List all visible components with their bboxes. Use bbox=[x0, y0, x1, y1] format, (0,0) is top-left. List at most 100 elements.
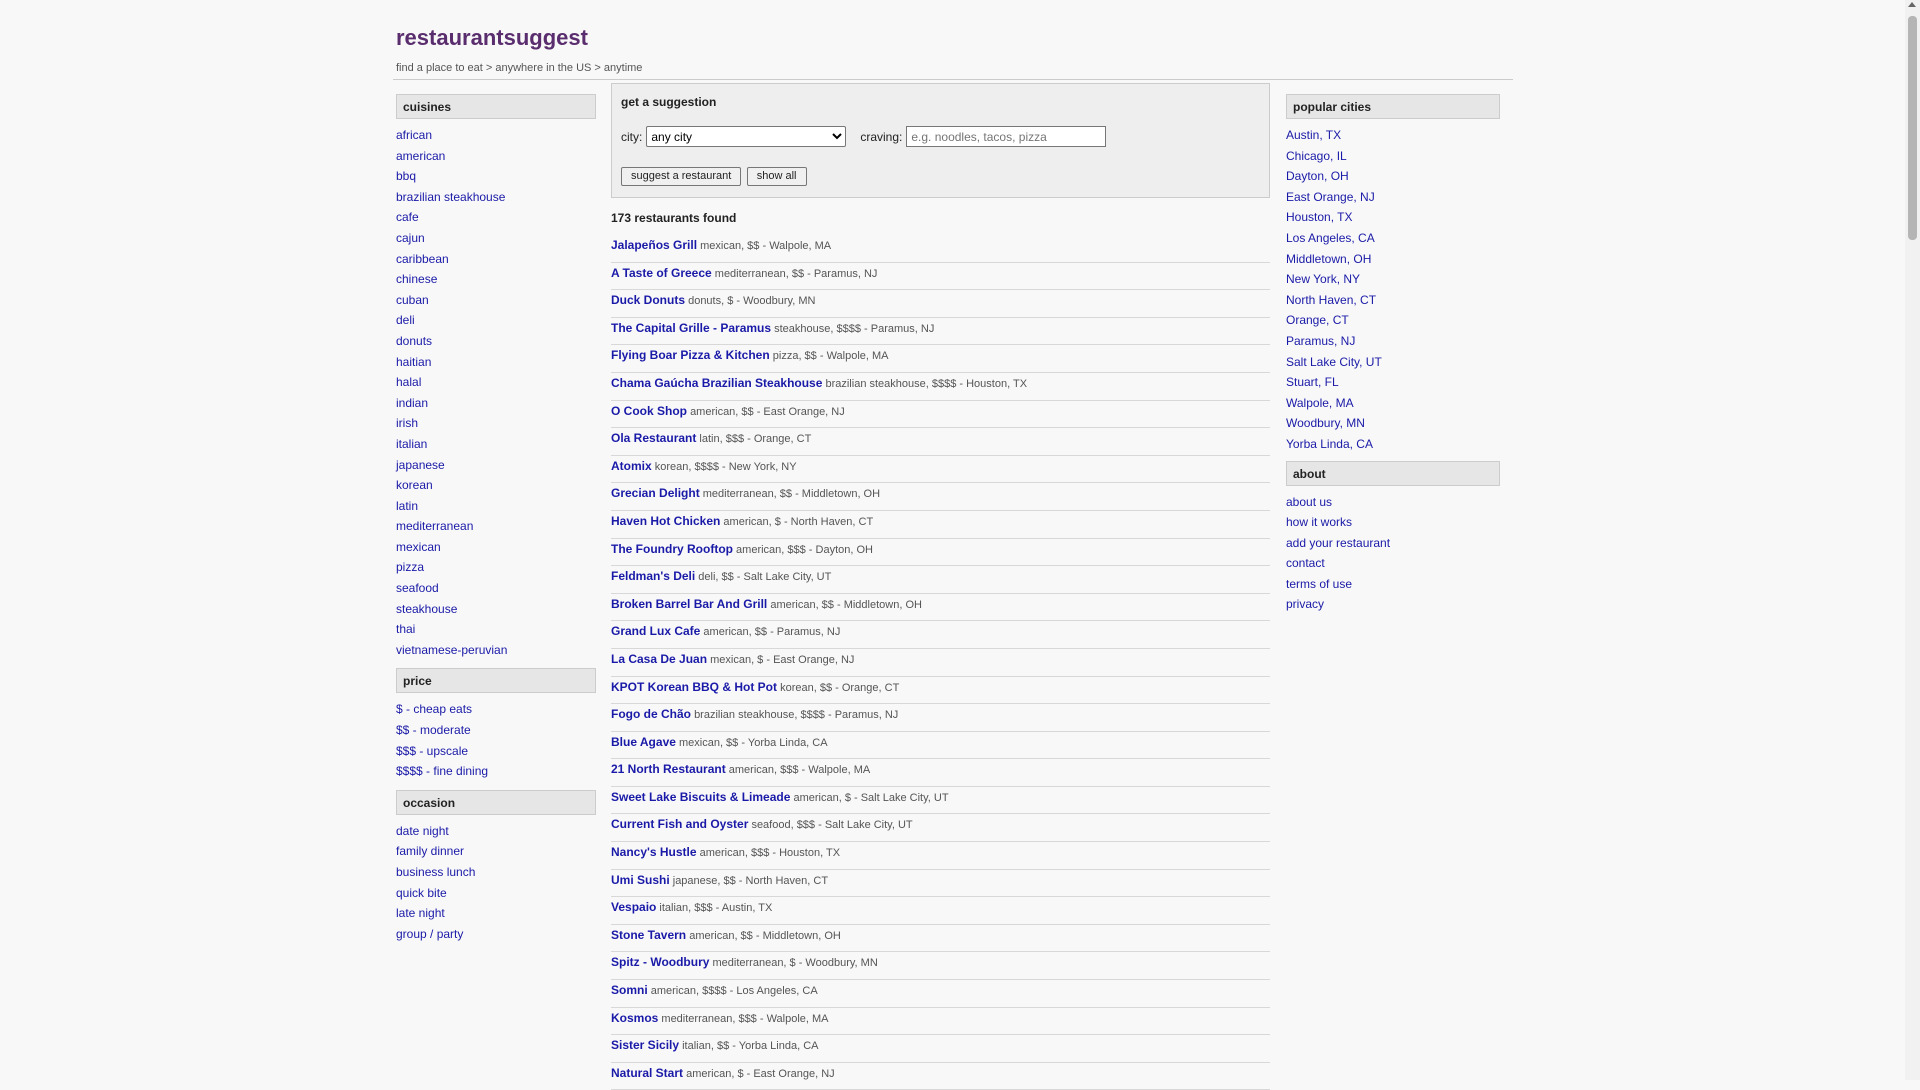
cuisine-link[interactable]: vietnamese-peruvian bbox=[396, 643, 507, 657]
restaurant-link[interactable]: La Casa De Juan bbox=[611, 652, 707, 666]
cuisine-link[interactable]: seafood bbox=[396, 581, 439, 595]
restaurant-link[interactable]: Grand Lux Cafe bbox=[611, 624, 700, 638]
vertical-scrollbar[interactable] bbox=[1905, 0, 1920, 1080]
city-link[interactable]: Stuart, FL bbox=[1286, 375, 1339, 389]
price-link[interactable]: $ - cheap eats bbox=[396, 702, 472, 716]
city-link[interactable]: Woodbury, MN bbox=[1286, 416, 1365, 430]
site-logo[interactable]: restaurantsuggest bbox=[396, 24, 1513, 52]
craving-input[interactable] bbox=[906, 126, 1107, 147]
restaurant-link[interactable]: Duck Donuts bbox=[611, 293, 685, 307]
price-section: price $ - cheap eats $$ - moderate $$$ - u… bbox=[396, 668, 596, 781]
city-link[interactable]: East Orange, NJ bbox=[1286, 190, 1375, 204]
cuisine-link[interactable]: chinese bbox=[396, 272, 437, 286]
occasion-link[interactable]: family dinner bbox=[396, 844, 464, 858]
restaurant-link[interactable]: Natural Start bbox=[611, 1066, 683, 1080]
cuisine-link[interactable]: korean bbox=[396, 478, 433, 492]
city-link[interactable]: North Haven, CT bbox=[1286, 293, 1376, 307]
cuisine-link[interactable]: american bbox=[396, 149, 445, 163]
about-link[interactable]: terms of use bbox=[1286, 577, 1352, 591]
restaurant-link[interactable]: Kosmos bbox=[611, 1011, 658, 1025]
show-all-button[interactable]: show all bbox=[746, 166, 807, 186]
restaurant-link[interactable]: Stone Tavern bbox=[611, 928, 686, 942]
scroll-up-icon[interactable] bbox=[1908, 2, 1916, 7]
city-link[interactable]: Paramus, NJ bbox=[1286, 334, 1355, 348]
city-link[interactable]: Salt Lake City, UT bbox=[1286, 355, 1382, 369]
occasion-link[interactable]: business lunch bbox=[396, 865, 475, 879]
city-link[interactable]: New York, NY bbox=[1286, 272, 1360, 286]
city-link[interactable]: Walpole, MA bbox=[1286, 396, 1354, 410]
suggest-button[interactable]: suggest a restaurant bbox=[621, 166, 742, 186]
cuisine-link[interactable]: cafe bbox=[396, 210, 419, 224]
restaurant-link[interactable]: Vespaio bbox=[611, 900, 656, 914]
restaurant-link[interactable]: Atomix bbox=[611, 459, 652, 473]
cuisine-link[interactable]: caribbean bbox=[396, 252, 449, 266]
main-content: get a suggestion city: any city craving:… bbox=[611, 83, 1270, 1090]
restaurant-link[interactable]: Umi Sushi bbox=[611, 873, 670, 887]
city-link[interactable]: Austin, TX bbox=[1286, 128, 1341, 142]
restaurant-link[interactable]: Haven Hot Chicken bbox=[611, 514, 720, 528]
city-link[interactable]: Chicago, IL bbox=[1286, 149, 1347, 163]
cuisine-link[interactable]: pizza bbox=[396, 560, 424, 574]
restaurant-link[interactable]: O Cook Shop bbox=[611, 404, 687, 418]
restaurant-link[interactable]: Nancy's Hustle bbox=[611, 845, 697, 859]
city-link[interactable]: Yorba Linda, CA bbox=[1286, 437, 1373, 451]
city-select[interactable]: any city bbox=[646, 126, 847, 147]
city-link[interactable]: Middletown, OH bbox=[1286, 252, 1371, 266]
restaurant-link[interactable]: 21 North Restaurant bbox=[611, 762, 726, 776]
cuisine-link[interactable]: irish bbox=[396, 416, 418, 430]
price-link[interactable]: $$$ - upscale bbox=[396, 744, 468, 758]
cuisine-link[interactable]: mexican bbox=[396, 540, 441, 554]
restaurant-link[interactable]: Current Fish and Oyster bbox=[611, 817, 748, 831]
city-link[interactable]: Los Angeles, CA bbox=[1286, 231, 1375, 245]
cuisine-link[interactable]: african bbox=[396, 128, 432, 142]
restaurant-link[interactable]: Grecian Delight bbox=[611, 486, 700, 500]
scrollbar-thumb[interactable] bbox=[1908, 16, 1917, 240]
cuisine-link[interactable]: bbq bbox=[396, 169, 416, 183]
restaurant-link[interactable]: Chama Gaúcha Brazilian Steakhouse bbox=[611, 376, 822, 390]
restaurant-link[interactable]: The Foundry Rooftop bbox=[611, 542, 733, 556]
price-link[interactable]: $$ - moderate bbox=[396, 723, 471, 737]
restaurant-link[interactable]: Somni bbox=[611, 983, 648, 997]
restaurant-link[interactable]: A Taste of Greece bbox=[611, 266, 712, 280]
cuisine-link[interactable]: haitian bbox=[396, 355, 431, 369]
cuisine-link[interactable]: cajun bbox=[396, 231, 425, 245]
restaurant-link[interactable]: Blue Agave bbox=[611, 735, 676, 749]
restaurant-link[interactable]: Feldman's Deli bbox=[611, 569, 695, 583]
about-link[interactable]: contact bbox=[1286, 556, 1325, 570]
city-link[interactable]: Orange, CT bbox=[1286, 313, 1349, 327]
restaurant-link[interactable]: Spitz - Woodbury bbox=[611, 955, 709, 969]
restaurant-link[interactable]: KPOT Korean BBQ & Hot Pot bbox=[611, 680, 777, 694]
occasion-link[interactable]: date night bbox=[396, 824, 449, 838]
cuisine-link[interactable]: thai bbox=[396, 622, 415, 636]
occasion-link[interactable]: quick bite bbox=[396, 886, 447, 900]
cuisine-link[interactable]: latin bbox=[396, 499, 418, 513]
city-link[interactable]: Houston, TX bbox=[1286, 210, 1352, 224]
restaurant-link[interactable]: The Capital Grille - Paramus bbox=[611, 321, 771, 335]
cuisine-link[interactable]: mediterranean bbox=[396, 519, 473, 533]
about-link[interactable]: about us bbox=[1286, 495, 1332, 509]
restaurant-link[interactable]: Ola Restaurant bbox=[611, 431, 696, 445]
cuisine-link[interactable]: indian bbox=[396, 396, 428, 410]
restaurant-link[interactable]: Sweet Lake Biscuits & Limeade bbox=[611, 790, 790, 804]
price-link[interactable]: $$$$ - fine dining bbox=[396, 764, 488, 778]
restaurant-link[interactable]: Flying Boar Pizza & Kitchen bbox=[611, 348, 770, 362]
restaurant-link[interactable]: Sister Sicily bbox=[611, 1038, 679, 1052]
occasion-link[interactable]: late night bbox=[396, 906, 445, 920]
cuisine-link[interactable]: brazilian steakhouse bbox=[396, 190, 505, 204]
restaurant-link[interactable]: Fogo de Chão bbox=[611, 707, 691, 721]
cuisine-link[interactable]: deli bbox=[396, 313, 415, 327]
restaurant-link[interactable]: Jalapeños Grill bbox=[611, 238, 697, 252]
cuisine-link[interactable]: italian bbox=[396, 437, 427, 451]
about-link[interactable]: add your restaurant bbox=[1286, 536, 1390, 550]
restaurant-link[interactable]: Broken Barrel Bar And Grill bbox=[611, 597, 767, 611]
cuisine-link[interactable]: steakhouse bbox=[396, 602, 457, 616]
occasion-link[interactable]: group / party bbox=[396, 927, 463, 941]
city-link[interactable]: Dayton, OH bbox=[1286, 169, 1349, 183]
cuisine-link[interactable]: cuban bbox=[396, 293, 429, 307]
cuisine-link[interactable]: donuts bbox=[396, 334, 432, 348]
cuisine-link[interactable]: halal bbox=[396, 375, 421, 389]
about-link[interactable]: privacy bbox=[1286, 597, 1324, 611]
about-link[interactable]: how it works bbox=[1286, 515, 1352, 529]
result-row: O Cook Shop american, $$ - East Orange, … bbox=[611, 401, 1270, 429]
cuisine-link[interactable]: japanese bbox=[396, 458, 445, 472]
